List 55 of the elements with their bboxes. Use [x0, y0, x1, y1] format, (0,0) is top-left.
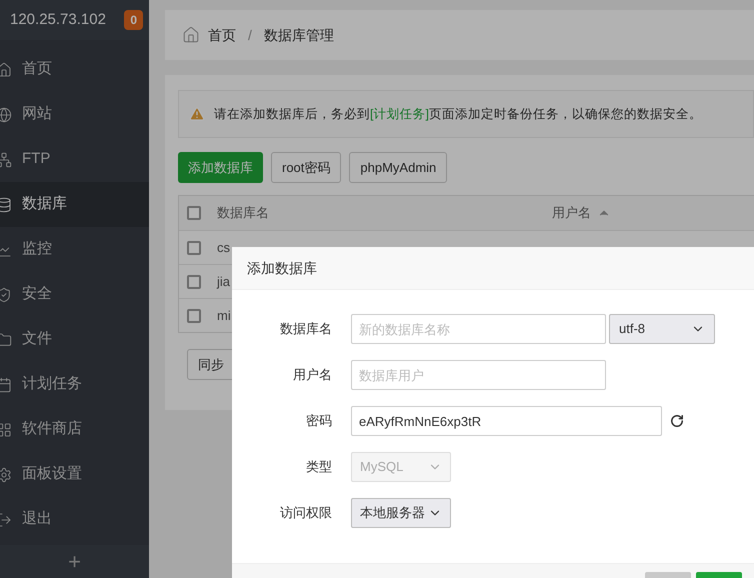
database-name: cs [217, 238, 230, 257]
row-checkbox[interactable] [187, 274, 201, 288]
field-label: 数据库名 [279, 320, 332, 338]
breadcrumb-link[interactable]: 首页 [208, 24, 236, 46]
nav-item[interactable]: 退出 [0, 497, 149, 542]
notification-count[interactable]: 0 [124, 10, 143, 30]
nav-item[interactable]: 面板设置 [0, 452, 149, 497]
calendar-icon [0, 376, 12, 392]
database-name: mi [217, 306, 231, 325]
toolbar-button[interactable]: 添加数据库 [178, 152, 263, 183]
folder-icon [0, 332, 12, 348]
column-header: 数据库名 [217, 204, 270, 222]
grid-icon [0, 422, 12, 438]
field-label: 访问权限 [279, 504, 332, 522]
field-label: 用户名 [292, 366, 332, 384]
toolbar-button[interactable]: phpMyAdmin [349, 152, 448, 183]
select-field[interactable]: 本地服务器 [351, 498, 451, 528]
database-name: jia [217, 272, 230, 291]
nav-item[interactable]: 首页 [0, 47, 149, 92]
field-label: 密码 [305, 412, 332, 430]
warning-icon [189, 106, 205, 122]
database-icon [0, 196, 12, 212]
house-icon [182, 26, 200, 44]
row-checkbox[interactable] [187, 308, 201, 322]
settings-icon [0, 466, 12, 482]
nav-item[interactable]: 数据库 [0, 182, 149, 227]
text-field[interactable]: 数据库用户 [351, 360, 606, 390]
row-checkbox[interactable] [187, 240, 201, 254]
column-header[interactable]: 用户名 [552, 203, 591, 223]
nav-item[interactable]: 监控 [0, 227, 149, 272]
nav-item[interactable]: FTP [0, 137, 149, 182]
select-all-checkbox[interactable] [187, 206, 201, 220]
schedule-link[interactable]: [计划任务] [370, 106, 429, 121]
dialog-title: 添加数据库 [247, 258, 317, 278]
text-field[interactable]: 新的数据库名称 [351, 314, 606, 344]
password-field[interactable]: eARyfRmNnE6xp3tR [351, 406, 662, 436]
breadcrumb-separator: / [247, 26, 253, 44]
field-label: 类型 [305, 458, 332, 476]
refresh-icon[interactable] [670, 414, 684, 428]
server-address: 120.25.73.102 [10, 10, 107, 30]
alert-text: 请在添加数据库后，务必到[计划任务]页面添加定时备份任务，以确保您的数据安全。 [214, 106, 702, 123]
network-icon [0, 152, 12, 168]
nav-item[interactable]: 文件 [0, 317, 149, 362]
add-button[interactable]: + [0, 545, 149, 578]
charset-select[interactable]: utf-8 [609, 314, 715, 344]
toolbar-button[interactable]: root密码 [271, 152, 342, 183]
breadcrumb-link[interactable]: 数据库管理 [264, 24, 334, 46]
nav-item[interactable]: 安全 [0, 272, 149, 317]
nav-item[interactable]: 计划任务 [0, 362, 149, 407]
nav-item[interactable]: 网站 [0, 92, 149, 137]
globe-icon [0, 106, 12, 122]
logout-icon [0, 512, 12, 528]
nav-item[interactable]: 软件商店 [0, 407, 149, 452]
house-icon [0, 62, 12, 78]
shield-icon [0, 286, 12, 302]
